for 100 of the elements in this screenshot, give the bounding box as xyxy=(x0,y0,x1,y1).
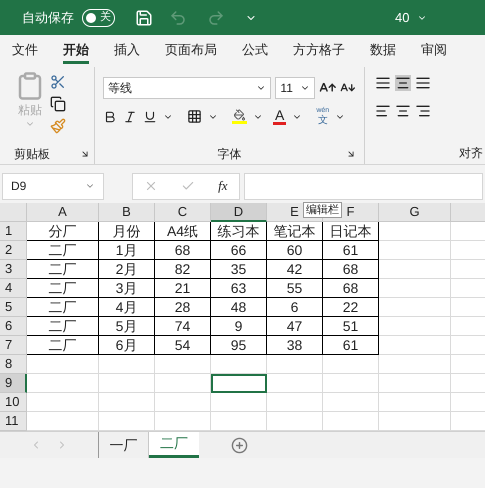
table-cell: 21 xyxy=(155,279,211,298)
empty-cell xyxy=(323,393,379,412)
table-cell: 35 xyxy=(211,260,267,279)
name-box[interactable]: D9 xyxy=(2,172,104,200)
border-icon[interactable] xyxy=(187,109,202,124)
table-cell: 54 xyxy=(155,336,211,355)
menu-tab[interactable]: 开始 xyxy=(63,38,89,64)
add-sheet-icon[interactable] xyxy=(231,436,248,454)
column-header[interactable]: A xyxy=(27,203,99,222)
menu-tab[interactable]: 审阅 xyxy=(421,38,447,64)
save-icon[interactable] xyxy=(135,8,153,26)
table-cell: 74 xyxy=(155,317,211,336)
table-cell: 95 xyxy=(211,336,267,355)
cut-icon[interactable] xyxy=(50,74,66,90)
align-center-icon[interactable] xyxy=(395,103,411,119)
table-cell: 28 xyxy=(155,298,211,317)
row-header[interactable]: 4 xyxy=(0,279,27,298)
menu-tab[interactable]: 插入 xyxy=(114,38,140,64)
launcher-icon[interactable] xyxy=(80,149,90,159)
table-cell: 分厂 xyxy=(27,222,99,241)
menu-tab[interactable]: 公式 xyxy=(242,38,268,64)
column-header[interactable]: C xyxy=(155,203,211,222)
table-cell: 47 xyxy=(267,317,323,336)
table-cell: 日记本 xyxy=(323,222,379,241)
autosave-toggle[interactable]: 关 xyxy=(82,8,115,26)
empty-cell xyxy=(99,374,155,393)
table-cell: 5月 xyxy=(99,317,155,336)
menu-tab[interactable]: 文件 xyxy=(12,38,38,64)
empty-cell xyxy=(323,355,379,374)
row-header[interactable]: 6 xyxy=(0,317,27,336)
fill-color-icon[interactable] xyxy=(232,109,247,124)
bold-icon[interactable] xyxy=(103,110,117,124)
table-cell: 9 xyxy=(211,317,267,336)
empty-cell xyxy=(99,393,155,412)
font-size-field[interactable]: 11 xyxy=(275,77,315,99)
menu-tab[interactable]: 页面布局 xyxy=(165,38,217,64)
row-header[interactable]: 8 xyxy=(0,355,27,374)
table-cell: 练习本 xyxy=(211,222,267,241)
align-right-icon[interactable] xyxy=(415,103,431,119)
table-cell: 68 xyxy=(323,260,379,279)
table-cell: 61 xyxy=(323,336,379,355)
launcher-icon[interactable] xyxy=(346,149,356,159)
empty-cell xyxy=(267,393,323,412)
italic-icon[interactable] xyxy=(123,110,137,124)
window-title: 40 xyxy=(395,8,410,27)
table-cell: 二厂 xyxy=(27,260,99,279)
empty-cell xyxy=(379,393,451,412)
empty-cell xyxy=(379,355,451,374)
empty-cell xyxy=(99,355,155,374)
tooltip: 编辑栏 xyxy=(303,202,342,218)
empty-cell xyxy=(379,241,451,260)
empty-cell xyxy=(211,393,267,412)
empty-cell xyxy=(379,336,451,355)
column-header[interactable]: G xyxy=(379,203,451,222)
empty-cell xyxy=(267,355,323,374)
table-cell: 二厂 xyxy=(27,279,99,298)
empty-cell xyxy=(155,355,211,374)
table-cell: 3月 xyxy=(99,279,155,298)
align-top-icon[interactable] xyxy=(375,75,391,91)
empty-cell xyxy=(379,260,451,279)
column-header[interactable]: D xyxy=(211,203,267,222)
align-bottom-icon[interactable] xyxy=(415,75,431,91)
table-cell: 68 xyxy=(155,241,211,260)
row-header[interactable]: 3 xyxy=(0,260,27,279)
group-label: 字体 xyxy=(218,146,242,163)
empty-cell xyxy=(211,355,267,374)
insert-function-button[interactable]: fx xyxy=(218,176,228,196)
menu-tab[interactable]: 数据 xyxy=(370,38,396,64)
row-header[interactable]: 11 xyxy=(0,412,27,431)
empty-cell xyxy=(155,393,211,412)
group-label: 剪贴板 xyxy=(14,146,50,163)
table-cell: 2月 xyxy=(99,260,155,279)
copy-icon[interactable] xyxy=(50,96,66,112)
font-name-field[interactable]: 等线 xyxy=(103,77,272,99)
table-cell: 66 xyxy=(211,241,267,260)
empty-cell xyxy=(323,374,379,393)
row-header[interactable]: 10 xyxy=(0,393,27,412)
empty-cell xyxy=(379,374,451,393)
table-cell: 6月 xyxy=(99,336,155,355)
table-cell: 二厂 xyxy=(27,298,99,317)
table-cell: 82 xyxy=(155,260,211,279)
menu-tab[interactable]: 方方格子 xyxy=(293,38,345,64)
table-cell: 63 xyxy=(211,279,267,298)
empty-cell xyxy=(379,317,451,336)
underline-icon[interactable] xyxy=(143,110,157,124)
row-header[interactable]: 7 xyxy=(0,336,27,355)
row-header[interactable]: 9 xyxy=(0,374,27,393)
column-header[interactable]: B xyxy=(99,203,155,222)
row-header[interactable]: 1 xyxy=(0,222,27,241)
align-left-icon[interactable] xyxy=(375,103,391,119)
table-cell: 51 xyxy=(323,317,379,336)
format-painter-icon[interactable] xyxy=(50,118,66,134)
row-header[interactable]: 2 xyxy=(0,241,27,260)
row-header[interactable]: 5 xyxy=(0,298,27,317)
align-middle-icon[interactable] xyxy=(395,75,411,91)
sheet-tab[interactable]: 二厂 xyxy=(149,432,199,458)
table-cell: 22 xyxy=(323,298,379,317)
table-cell: 月份 xyxy=(99,222,155,241)
table-cell: 42 xyxy=(267,260,323,279)
empty-cell xyxy=(379,298,451,317)
